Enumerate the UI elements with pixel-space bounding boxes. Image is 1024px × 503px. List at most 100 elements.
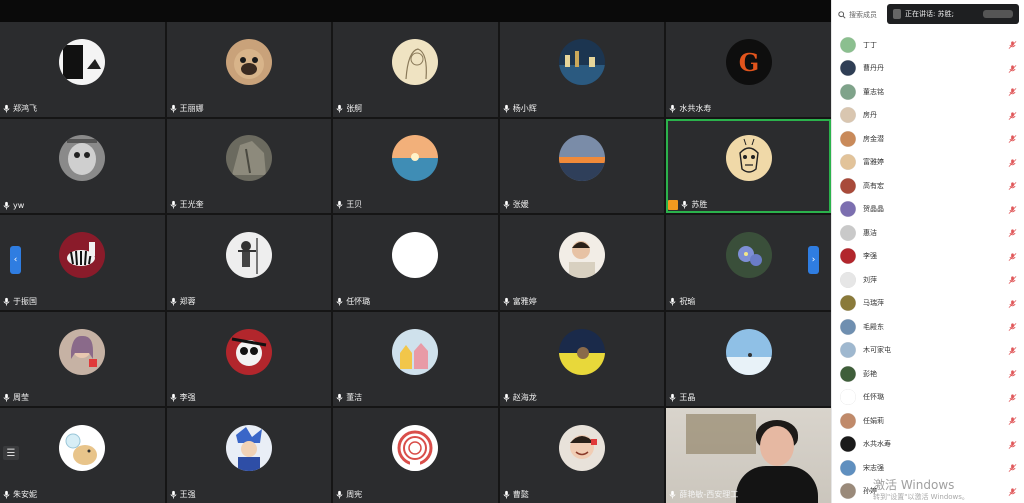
muted-microphone-icon[interactable] bbox=[1008, 393, 1017, 403]
participant-nameplate: 王晶 bbox=[668, 392, 695, 403]
participant-tile[interactable]: 王光奎 bbox=[166, 118, 332, 214]
participant-tile[interactable]: 薛艳敏-西安理工 bbox=[666, 408, 831, 503]
participant-avatar bbox=[225, 231, 272, 278]
member-avatar bbox=[840, 130, 856, 147]
member-row[interactable]: 李强 bbox=[832, 245, 1024, 269]
participant-tile[interactable]: 董洁 bbox=[333, 311, 498, 407]
member-row[interactable]: 高有宏 bbox=[832, 174, 1024, 198]
participant-nameplate: 郑鸿飞 bbox=[2, 103, 37, 114]
member-avatar bbox=[840, 483, 856, 500]
participant-name: 张媛 bbox=[512, 200, 529, 210]
participant-nameplate: yw bbox=[2, 201, 24, 210]
participant-tile[interactable]: 苏胜 bbox=[666, 118, 831, 214]
microphone-icon bbox=[502, 393, 511, 402]
participant-tile[interactable]: 曹懿 bbox=[499, 408, 665, 503]
participant-tile[interactable]: 王晶 bbox=[666, 311, 831, 407]
participant-tile[interactable]: G 水共水寿 bbox=[666, 22, 831, 117]
participant-avatar bbox=[725, 135, 772, 182]
member-name: 水共水寿 bbox=[863, 440, 891, 449]
member-row[interactable]: 惠洁 bbox=[832, 221, 1024, 245]
muted-microphone-icon[interactable] bbox=[1008, 275, 1017, 285]
muted-microphone-icon[interactable] bbox=[1008, 158, 1017, 168]
video-grid: 郑鸿飞 王丽娜 张舸 杨小辉 G 水共水寿 yw 王光奎 王贝 张媛 苏胜于振国 郑蓉 任怀璐 富雅婷 祝瑜… bbox=[0, 22, 831, 503]
participant-tile[interactable]: 张媛 bbox=[499, 118, 665, 214]
muted-microphone-icon[interactable] bbox=[1008, 228, 1017, 238]
participant-tile[interactable]: 祝瑜 bbox=[666, 215, 831, 310]
muted-microphone-icon[interactable] bbox=[1008, 181, 1017, 191]
member-avatar bbox=[840, 342, 856, 359]
muted-microphone-icon[interactable] bbox=[1008, 322, 1017, 332]
participant-tile[interactable]: 郑鸿飞 bbox=[0, 22, 165, 117]
participant-tile[interactable]: 周莹 bbox=[0, 311, 165, 407]
participant-tile[interactable]: 王贝 bbox=[333, 118, 498, 214]
member-row[interactable]: 贺晶晶 bbox=[832, 198, 1024, 222]
microphone-icon bbox=[680, 200, 689, 209]
member-search[interactable]: 搜索成员 bbox=[838, 7, 886, 23]
muted-microphone-icon[interactable] bbox=[1008, 87, 1017, 97]
next-page-button[interactable]: › bbox=[808, 246, 819, 274]
meeting-app: 郑鸿飞 王丽娜 张舸 杨小辉 G 水共水寿 yw 王光奎 王贝 张媛 苏胜 于振国 郑蓉 任怀璐 富雅婷 祝瑜… bbox=[0, 0, 1024, 503]
member-row[interactable]: 刘萍 bbox=[832, 268, 1024, 292]
participant-nameplate: 任怀璐 bbox=[335, 296, 370, 307]
member-row[interactable]: 曹丹丹 bbox=[832, 57, 1024, 81]
participant-tile[interactable]: yw bbox=[0, 118, 165, 214]
member-row[interactable]: 房丹 bbox=[832, 104, 1024, 128]
member-row[interactable]: 彭艳 bbox=[832, 362, 1024, 386]
member-row[interactable]: 房金潜 bbox=[832, 127, 1024, 151]
participant-tile[interactable]: 王强 bbox=[166, 408, 332, 503]
muted-microphone-icon[interactable] bbox=[1008, 416, 1017, 426]
member-row[interactable]: 任娟莉 bbox=[832, 409, 1024, 433]
muted-microphone-icon[interactable] bbox=[1008, 64, 1017, 74]
muted-microphone-icon[interactable] bbox=[1008, 111, 1017, 121]
member-avatar bbox=[840, 459, 856, 476]
participant-tile[interactable]: 杨小辉 bbox=[499, 22, 665, 117]
participant-name: 朱安妮 bbox=[13, 489, 37, 499]
member-row[interactable]: 董志铭 bbox=[832, 80, 1024, 104]
muted-microphone-icon[interactable] bbox=[1008, 134, 1017, 144]
participant-tile[interactable]: 李强 bbox=[166, 311, 332, 407]
member-name: 丁丁 bbox=[863, 40, 877, 49]
microphone-icon bbox=[169, 200, 178, 209]
participant-tile[interactable]: 赵海龙 bbox=[499, 311, 665, 407]
menu-icon[interactable]: ☰ bbox=[3, 446, 19, 460]
muted-microphone-icon[interactable] bbox=[1008, 205, 1017, 215]
participant-tile[interactable]: 郑蓉 bbox=[166, 215, 332, 310]
participant-nameplate: 曹懿 bbox=[502, 489, 529, 500]
participant-name: 任怀璐 bbox=[346, 296, 371, 306]
muted-microphone-icon[interactable] bbox=[1008, 40, 1017, 50]
member-row[interactable]: 富雅婷 bbox=[832, 151, 1024, 175]
muted-microphone-icon[interactable] bbox=[1008, 487, 1017, 497]
participant-tile[interactable]: 王丽娜 bbox=[166, 22, 332, 117]
member-row[interactable]: 毛殿东 bbox=[832, 315, 1024, 339]
participant-avatar bbox=[59, 231, 106, 278]
member-name: 马瑞萍 bbox=[863, 299, 884, 308]
participant-name: 李强 bbox=[179, 393, 196, 403]
participant-tile[interactable]: 朱安妮 bbox=[0, 408, 165, 503]
participant-name: 王强 bbox=[179, 489, 196, 499]
muted-microphone-icon[interactable] bbox=[1008, 346, 1017, 356]
participant-tile[interactable]: 张舸 bbox=[333, 22, 498, 117]
muted-microphone-icon[interactable] bbox=[1008, 369, 1017, 379]
participant-tile[interactable]: 任怀璐 bbox=[333, 215, 498, 310]
member-name: 任娟莉 bbox=[863, 416, 884, 425]
participant-name: 富雅婷 bbox=[512, 296, 537, 306]
member-row[interactable]: 马瑞萍 bbox=[832, 292, 1024, 316]
member-avatar bbox=[840, 83, 856, 100]
member-row[interactable]: 任怀璐 bbox=[832, 386, 1024, 410]
muted-microphone-icon[interactable] bbox=[1008, 463, 1017, 473]
muted-microphone-icon[interactable] bbox=[1008, 299, 1017, 309]
participant-name: 薛艳敏-西安理工 bbox=[679, 489, 739, 499]
participant-avatar bbox=[725, 328, 772, 375]
participant-tile[interactable]: 富雅婷 bbox=[499, 215, 665, 310]
member-row[interactable]: 丁丁 bbox=[832, 33, 1024, 57]
muted-microphone-icon[interactable] bbox=[1008, 252, 1017, 262]
member-row[interactable]: 水共水寿 bbox=[832, 433, 1024, 457]
participant-nameplate: 周宪 bbox=[335, 489, 362, 500]
prev-page-button[interactable]: ‹ bbox=[10, 246, 21, 274]
muted-microphone-icon[interactable] bbox=[1008, 440, 1017, 450]
svg-text:G: G bbox=[738, 48, 759, 77]
member-avatar bbox=[840, 295, 856, 312]
participant-tile[interactable]: 周宪 bbox=[333, 408, 498, 503]
member-row[interactable]: 木可家屯 bbox=[832, 339, 1024, 363]
participant-tile[interactable]: 于振国 bbox=[0, 215, 165, 310]
